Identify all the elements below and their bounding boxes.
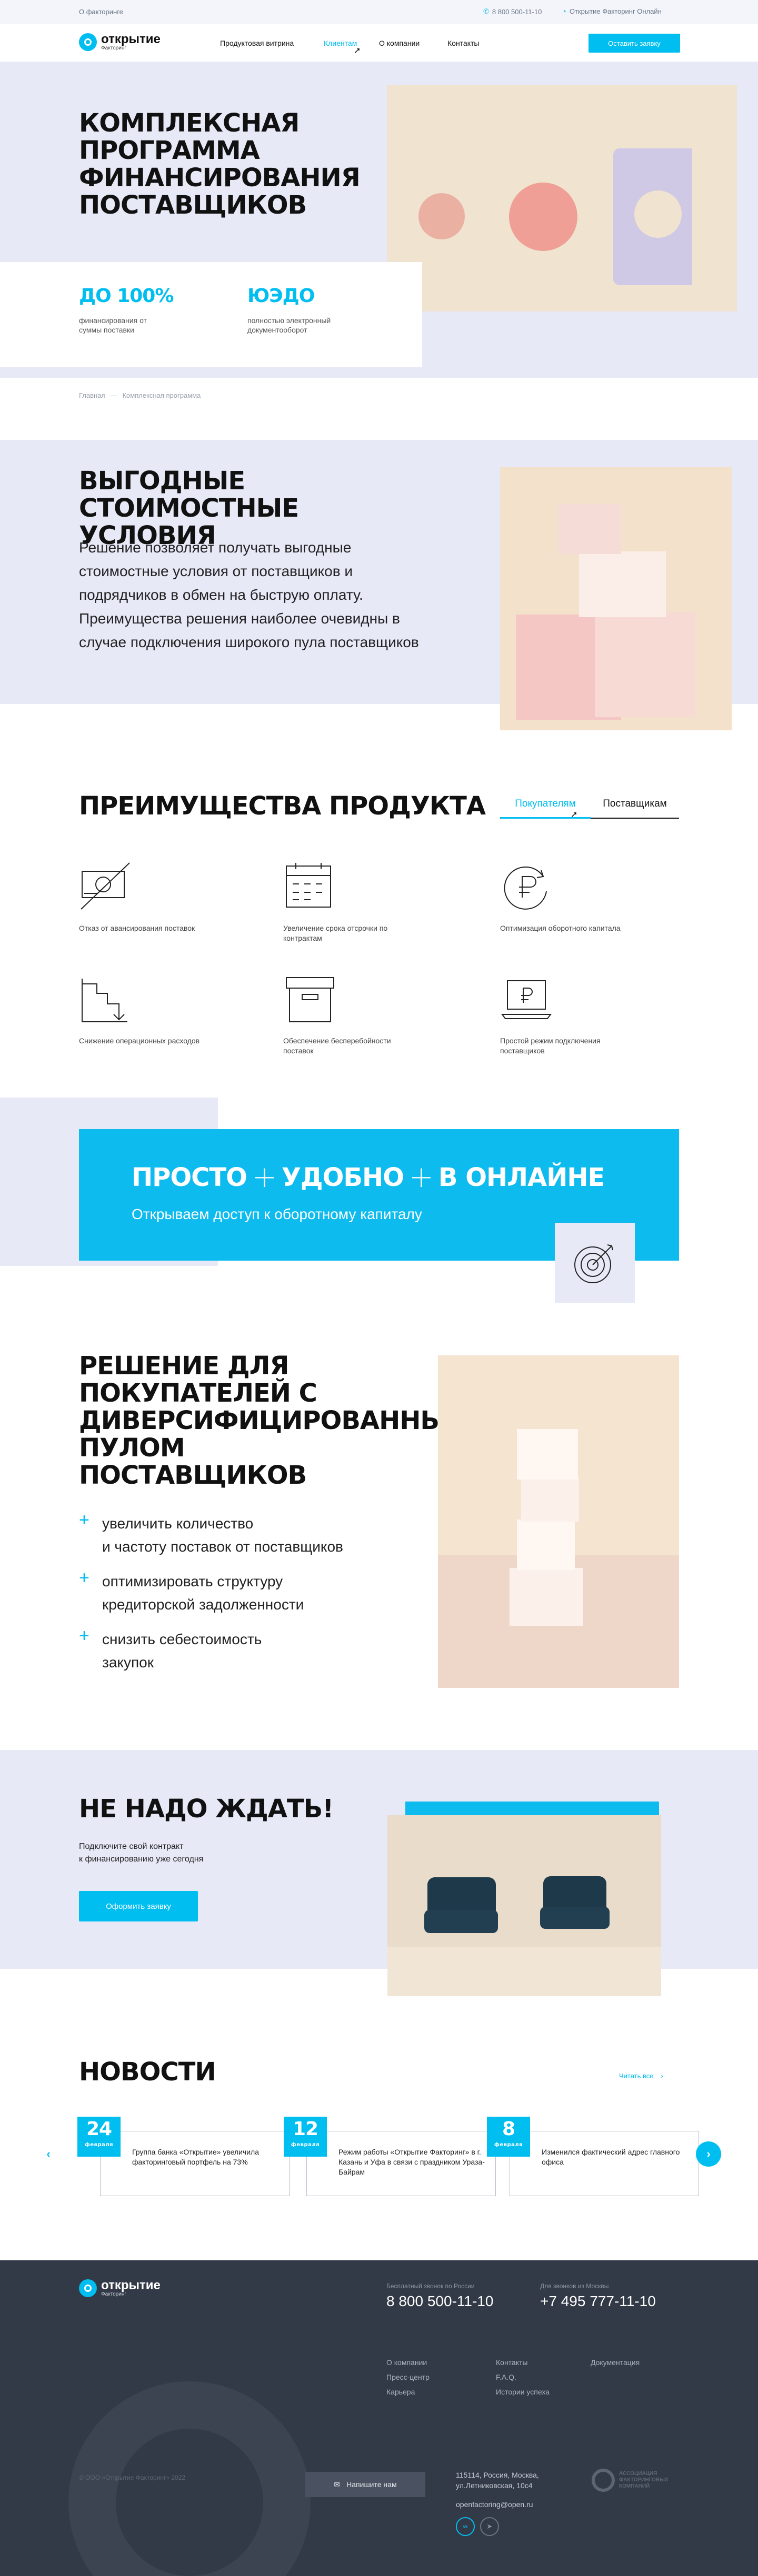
promo-title: ПРОСТО + УДОБНО + В ОНЛАЙНЕ — [132, 1160, 605, 1194]
nav-item-company[interactable]: О компании — [379, 39, 420, 47]
calendar-icon — [286, 863, 331, 908]
footer-phone-1[interactable]: 8 800 500-11-10 — [386, 2293, 493, 2310]
footer-link-contacts[interactable]: Контакты — [496, 2358, 527, 2367]
advantages-title: ПРЕИМУЩЕСТВА ПРОДУКТА — [79, 791, 486, 821]
association-icon — [592, 2469, 615, 2492]
hero-title: КОМПЛЕКСНАЯ ПРОГРАММА ФИНАНСИРОВАНИЯ ПОС… — [79, 108, 361, 220]
news-card[interactable]: 24 февраля Группа банка «Открытие» увелич… — [77, 2117, 290, 2196]
cursor-icon: ➚ — [571, 810, 578, 819]
advantage-item: Увеличение срока отсрочки по контрактам — [283, 861, 420, 943]
benefits-section: ВЫГОДНЫЕ СТОИМОСТНЫЕ УСЛОВИЯ Решение поз… — [0, 440, 758, 730]
prev-news-button[interactable]: ‹ — [36, 2141, 61, 2167]
social-vk-icon[interactable]: vk — [456, 2517, 475, 2536]
solution-image — [438, 1355, 679, 1688]
stat-value-2: ЮЭДО — [247, 285, 315, 307]
mail-icon: ✉ — [334, 2480, 341, 2489]
footer: открытие Факторинг Бесплатный звонок по … — [0, 2260, 758, 2576]
logo[interactable]: открытие Факторинг — [79, 33, 161, 51]
advantage-item: Оптимизация оборотного капитала — [500, 861, 637, 933]
news-card[interactable]: 8 февраля Изменился фактический адрес гла… — [487, 2117, 699, 2196]
breadcrumb-home[interactable]: Главная — [79, 391, 105, 399]
no-prepayment-icon — [81, 862, 130, 910]
footer-email[interactable]: openfactoring@open.ru — [456, 2500, 533, 2509]
nowait-text: Подключите свой контракт к финансированию… — [79, 1842, 204, 1864]
solution-item: + снизить себестоимость закупок — [79, 1626, 262, 1671]
tab-suppliers[interactable]: Поставщикам — [591, 793, 679, 819]
footer-link-press[interactable]: Пресс-центр — [386, 2373, 430, 2381]
logo-icon — [79, 33, 97, 51]
stat-text-1: финансирования от суммы поставки — [79, 316, 147, 334]
solution-title: РЕШЕНИЕ ДЛЯ ПОКУПАТЕЛЕЙ С ДИВЕРСИФИЦИРОВ… — [79, 1351, 471, 1490]
benefits-image — [500, 467, 732, 730]
advantage-item: Снижение операционных расходов — [79, 973, 216, 1046]
advantage-item: Простой режим подключения поставщиков — [500, 973, 637, 1056]
laptop-ruble-icon — [501, 980, 552, 1019]
footer-logo[interactable]: открытие Факторинг — [79, 2279, 161, 2297]
leave-request-button[interactable]: Оставить заявку — [589, 34, 680, 53]
promo-subtitle: Открываем доступ к оборотному капиталу — [132, 1206, 422, 1222]
footer-link-stories[interactable]: Истории успеха — [496, 2388, 550, 2396]
about-factoring-link[interactable]: О факторинге — [79, 8, 123, 16]
news-date: 24 февраля — [77, 2117, 121, 2157]
main-nav: открытие Факторинг Продуктовая витрина К… — [0, 24, 758, 62]
nav-item-clients[interactable]: Клиентам — [324, 39, 357, 47]
copyright: © ООО «Открытие Факторинг» 2022 — [79, 2474, 186, 2481]
nowait-section: НЕ НАДО ЖДАТЬ! Подключите свой контракт к… — [0, 1750, 758, 1996]
nowait-title: НЕ НАДО ЖДАТЬ! — [79, 1794, 334, 1824]
next-news-button[interactable]: › — [696, 2141, 721, 2167]
cursor-icon: ➚ — [354, 46, 361, 55]
ruble-cycle-icon — [504, 866, 547, 910]
hero-stats: ДО 100% финансирования от суммы поставки… — [0, 262, 422, 367]
user-icon: ◔ — [562, 7, 566, 15]
footer-link-faq[interactable]: F.A.Q. — [496, 2373, 516, 2381]
news-date: 8 февраля — [487, 2117, 530, 2157]
stat-value-1: ДО 100% — [79, 285, 174, 307]
footer-link-career[interactable]: Карьера — [386, 2388, 415, 2396]
association-logo: АССОЦИАЦИЯ ФАКТОРИНГОВЫХ КОМПАНИЙ — [592, 2469, 669, 2492]
news-title: НОВОСТИ — [79, 2057, 216, 2087]
logo-icon — [79, 2279, 97, 2297]
news-card[interactable]: 12 февраля Режим работы «Открытие Фактори… — [284, 2117, 496, 2196]
advantages-tabs: Покупателям ➚ Поставщикам — [500, 793, 679, 819]
hero: КОМПЛЕКСНАЯ ПРОГРАММА ФИНАНСИРОВАНИЯ ПОС… — [0, 62, 758, 378]
write-us-button[interactable]: ✉ Напишите нам — [305, 2472, 425, 2497]
chevron-right-icon: › — [661, 2072, 663, 2080]
social-telegram-icon[interactable]: ➤ — [480, 2517, 499, 2536]
chevron-left-icon: ‹ — [46, 2147, 51, 2160]
chevron-right-icon: › — [706, 2147, 711, 2160]
nav-item-contacts[interactable]: Контакты — [447, 39, 479, 47]
footer-link-company[interactable]: О компании — [386, 2358, 427, 2367]
solution-item: + оптимизировать структуру кредиторской за… — [79, 1568, 304, 1613]
phone-icon: ✆ — [483, 7, 489, 15]
nav-item-showcase[interactable]: Продуктовая витрина — [220, 39, 294, 47]
advantage-item: Отказ от авансирования поставок — [79, 861, 216, 933]
benefits-text: Решение позволяет получать выгодные стои… — [79, 539, 419, 650]
box-icon — [286, 977, 334, 1022]
top-phone[interactable]: ✆ 8 800 500-11-10 — [483, 7, 542, 16]
hero-image — [387, 85, 737, 311]
footer-link-docs[interactable]: Документация — [591, 2358, 640, 2367]
footer-address: 115114, Россия, Москва, ул.Летниковская,… — [456, 2471, 539, 2490]
solution-item: + увеличить количество и частоту поставок … — [79, 1510, 343, 1555]
top-bar: О факторинге ✆ 8 800 500-11-10 ◔ Открыти… — [0, 0, 758, 24]
stat-text-2: полностью электронный документооборот — [247, 316, 331, 334]
apply-button[interactable]: Оформить заявку — [79, 1891, 198, 1921]
nowait-image — [387, 1815, 661, 1996]
target-tile — [555, 1223, 635, 1303]
advantage-item: Обеспечение бесперебойности поставок — [283, 973, 420, 1056]
read-all-link[interactable]: Читать все › — [619, 2072, 663, 2080]
news-date: 12 февраля — [284, 2117, 327, 2157]
footer-phone-2[interactable]: +7 495 777-11-10 — [540, 2293, 656, 2310]
chart-down-icon — [82, 979, 127, 1022]
target-icon — [574, 1244, 613, 1283]
breadcrumb-current: Комплексная программа — [122, 391, 201, 399]
online-link[interactable]: ◔ Открытие Факторинг Онлайн — [562, 7, 662, 15]
breadcrumb: Главная — Комплексная программа — [79, 391, 201, 399]
